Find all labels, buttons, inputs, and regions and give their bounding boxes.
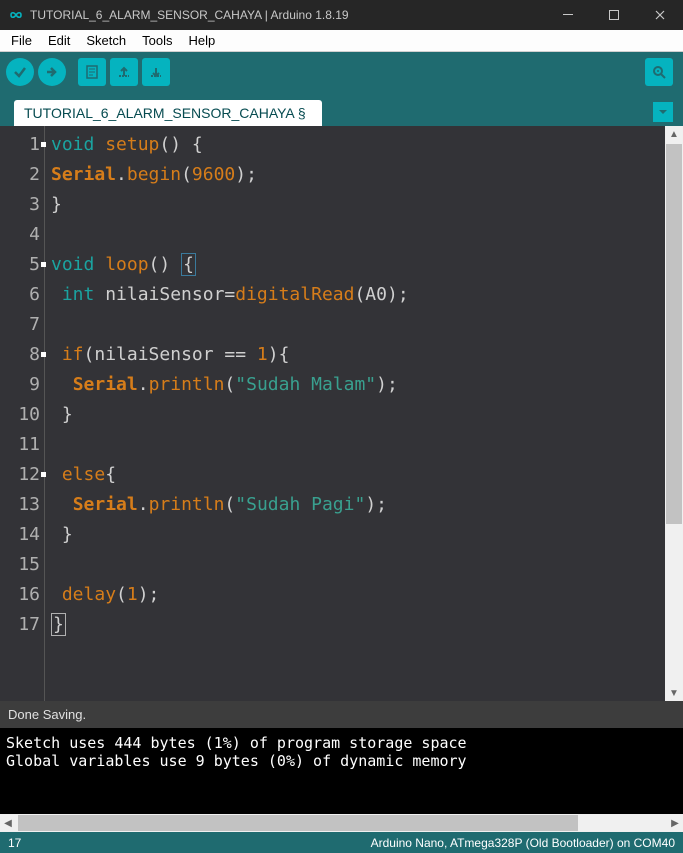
tabbar: TUTORIAL_6_ALARM_SENSOR_CAHAYA § [0,92,683,126]
open-button[interactable] [110,58,138,86]
new-button[interactable] [78,58,106,86]
maximize-button[interactable] [591,0,637,30]
arduino-icon [8,7,24,23]
tab-sketch[interactable]: TUTORIAL_6_ALARM_SENSOR_CAHAYA § [14,100,322,126]
serial-monitor-button[interactable] [645,58,673,86]
menu-help[interactable]: Help [181,31,222,50]
console[interactable]: Sketch uses 444 bytes (1%) of program st… [0,728,683,814]
minimize-button[interactable] [545,0,591,30]
vertical-scrollbar[interactable]: ▲ ▼ [665,126,683,701]
hscroll-thumb[interactable] [18,815,578,831]
scroll-down-icon[interactable]: ▼ [665,685,683,701]
close-button[interactable] [637,0,683,30]
footer: 17 Arduino Nano, ATmega328P (Old Bootloa… [0,832,683,853]
menubar: File Edit Sketch Tools Help [0,30,683,52]
menu-tools[interactable]: Tools [135,31,179,50]
code-area[interactable]: void setup() {Serial.begin(9600);}void l… [44,126,665,701]
status-message: Done Saving. [0,701,683,728]
console-line: Sketch uses 444 bytes (1%) of program st… [6,734,677,752]
menu-edit[interactable]: Edit [41,31,77,50]
footer-line-number: 17 [8,836,21,850]
tab-menu-button[interactable] [653,102,673,122]
window-controls [545,0,683,30]
upload-button[interactable] [38,58,66,86]
horizontal-scrollbar[interactable]: ◀ ▶ [0,814,683,832]
verify-button[interactable] [6,58,34,86]
code-editor[interactable]: 1234567891011121314151617 void setup() {… [0,126,683,701]
titlebar: TUTORIAL_6_ALARM_SENSOR_CAHAYA | Arduino… [0,0,683,30]
scroll-left-icon[interactable]: ◀ [0,814,16,832]
footer-board-info: Arduino Nano, ATmega328P (Old Bootloader… [371,836,675,850]
menu-sketch[interactable]: Sketch [79,31,133,50]
toolbar [0,52,683,92]
window-title: TUTORIAL_6_ALARM_SENSOR_CAHAYA | Arduino… [30,8,545,22]
scroll-thumb[interactable] [666,144,682,524]
menu-file[interactable]: File [4,31,39,50]
console-line: Global variables use 9 bytes (0%) of dyn… [6,752,677,770]
scroll-right-icon[interactable]: ▶ [667,814,683,832]
line-gutter: 1234567891011121314151617 [0,126,44,701]
save-button[interactable] [142,58,170,86]
scroll-up-icon[interactable]: ▲ [665,126,683,142]
